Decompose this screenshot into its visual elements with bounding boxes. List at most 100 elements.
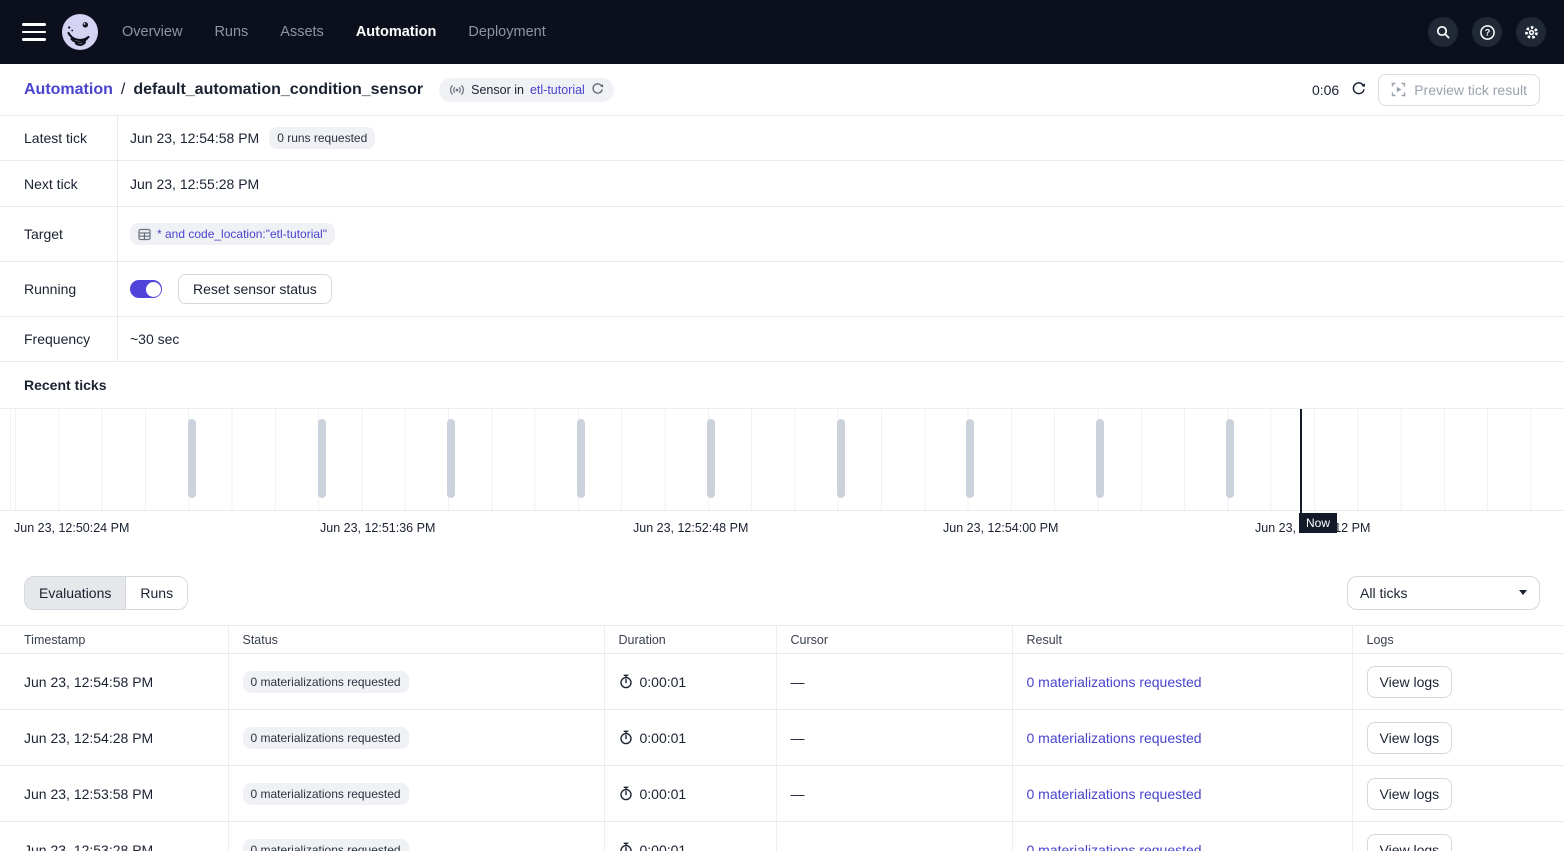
status-badge: 0 materializations requested [243, 727, 409, 749]
header-actions: 0:06 Preview tick result [1312, 74, 1540, 106]
breadcrumb-separator: / [121, 81, 125, 99]
cell-logs: View logs [1352, 822, 1564, 851]
result-link[interactable]: 0 materializations requested [1027, 674, 1202, 690]
now-badge: Now [1299, 513, 1337, 533]
sensor-icon [449, 83, 465, 97]
page-header: Automation / default_automation_conditio… [0, 64, 1564, 116]
latest-tick-row: Latest tick Jun 23, 12:54:58 PM 0 runs r… [0, 116, 1564, 161]
cell-result: 0 materializations requested [1012, 710, 1352, 766]
reset-sensor-status-button[interactable]: Reset sensor status [178, 274, 332, 304]
refresh-icon[interactable] [1351, 82, 1366, 97]
view-logs-button[interactable]: View logs [1367, 666, 1453, 698]
col-logs: Logs [1352, 626, 1564, 654]
target-selection-pill[interactable]: * and code_location:"etl-tutorial" [130, 223, 335, 245]
col-status: Status [228, 626, 604, 654]
result-link[interactable]: 0 materializations requested [1027, 730, 1202, 746]
cell-cursor: — [776, 654, 1012, 710]
table-header-row: Timestamp Status Duration Cursor Result … [0, 626, 1564, 654]
cell-timestamp: Jun 23, 12:54:28 PM [0, 710, 228, 766]
cell-result: 0 materializations requested [1012, 766, 1352, 822]
tick-bar[interactable] [966, 419, 974, 498]
result-link[interactable]: 0 materializations requested [1027, 786, 1202, 802]
refresh-countdown: 0:06 [1312, 82, 1339, 98]
result-link[interactable]: 0 materializations requested [1027, 842, 1202, 851]
reload-location-icon[interactable] [591, 83, 604, 96]
tick-bar[interactable] [188, 419, 196, 498]
sensor-badge-prefix: Sensor in [471, 83, 524, 97]
latest-tick-label: Latest tick [0, 116, 118, 160]
view-logs-button[interactable]: View logs [1367, 778, 1453, 810]
nav-item-overview[interactable]: Overview [122, 24, 182, 40]
nav-item-runs[interactable]: Runs [214, 24, 248, 40]
dagster-logo-icon[interactable] [62, 14, 98, 50]
cell-status: 0 materializations requested [228, 766, 604, 822]
cell-logs: View logs [1352, 654, 1564, 710]
running-label: Running [0, 262, 118, 316]
stopwatch-icon [619, 674, 633, 689]
cell-status: 0 materializations requested [228, 710, 604, 766]
cell-result: 0 materializations requested [1012, 822, 1352, 851]
cell-duration: 0:00:01 [604, 766, 776, 822]
app-window: Overview Runs Assets Automation Deployme… [0, 0, 1564, 851]
table-row: Jun 23, 12:53:58 PM 0 materializations r… [0, 766, 1564, 822]
tick-bar[interactable] [318, 419, 326, 498]
tick-bar[interactable] [1096, 419, 1104, 498]
target-row: Target * and code_location:"etl-tutorial… [0, 207, 1564, 262]
tick-filter-value: All ticks [1360, 585, 1407, 601]
tick-bar[interactable] [577, 419, 585, 498]
latest-tick-value: Jun 23, 12:54:58 PM [130, 130, 259, 146]
tick-bar[interactable] [837, 419, 845, 498]
col-timestamp: Timestamp [0, 626, 228, 654]
code-location-link[interactable]: etl-tutorial [530, 83, 585, 97]
nav-item-automation[interactable]: Automation [356, 24, 437, 40]
timeline-axis-label: Jun 23, 12:54:00 PM [943, 519, 1061, 537]
nav-item-assets[interactable]: Assets [280, 24, 324, 40]
cell-status: 0 materializations requested [228, 822, 604, 851]
status-badge: 0 materializations requested [243, 783, 409, 805]
nav-item-deployment[interactable]: Deployment [468, 24, 545, 40]
cell-cursor: — [776, 766, 1012, 822]
running-row: Running Reset sensor status [0, 262, 1564, 317]
view-logs-button[interactable]: View logs [1367, 834, 1453, 851]
settings-gear-icon[interactable] [1516, 17, 1546, 47]
frequency-value: ~30 sec [130, 331, 179, 347]
recent-ticks-title: Recent ticks [0, 362, 1564, 409]
preview-icon [1391, 82, 1406, 97]
tab-runs[interactable]: Runs [126, 577, 187, 609]
frequency-row: Frequency ~30 sec [0, 317, 1564, 362]
tick-bar[interactable] [707, 419, 715, 498]
status-badge: 0 materializations requested [243, 671, 409, 693]
cell-result: 0 materializations requested [1012, 654, 1352, 710]
tick-timeline [0, 409, 1564, 511]
tab-evaluations[interactable]: Evaluations [25, 577, 126, 609]
chevron-down-icon [1519, 590, 1527, 595]
ticks-toolbar: Evaluations Runs All ticks [0, 560, 1564, 625]
sensor-location-badge: Sensor in etl-tutorial [439, 78, 614, 102]
cell-logs: View logs [1352, 710, 1564, 766]
tick-filter-select[interactable]: All ticks [1347, 576, 1540, 610]
running-toggle[interactable] [130, 280, 162, 298]
timeline-axis-label: Jun 23, 12:51:36 PM [320, 519, 438, 537]
runs-requested-badge: 0 runs requested [269, 127, 375, 149]
target-selection-link[interactable]: * and code_location:"etl-tutorial" [157, 227, 327, 241]
view-logs-button[interactable]: View logs [1367, 722, 1453, 754]
now-marker-line [1300, 409, 1302, 525]
tick-bar[interactable] [1226, 419, 1234, 498]
next-tick-row: Next tick Jun 23, 12:55:28 PM [0, 161, 1564, 207]
status-badge: 0 materializations requested [243, 839, 409, 851]
timeline-axis-label: Jun 23, 12:52:48 PM [633, 519, 751, 537]
help-icon[interactable]: ? [1472, 17, 1502, 47]
breadcrumb-automation-link[interactable]: Automation [24, 81, 113, 99]
menu-icon[interactable] [22, 23, 46, 41]
stopwatch-icon [619, 730, 633, 745]
next-tick-value: Jun 23, 12:55:28 PM [130, 176, 259, 192]
search-icon[interactable] [1428, 17, 1458, 47]
cell-duration: 0:00:01 [604, 822, 776, 851]
svg-text:?: ? [1484, 27, 1490, 37]
target-label: Target [0, 207, 118, 261]
tick-bar[interactable] [447, 419, 455, 498]
asset-selection-icon [138, 228, 151, 241]
frequency-label: Frequency [0, 317, 118, 361]
preview-tick-result-button[interactable]: Preview tick result [1378, 74, 1540, 106]
top-nav: Overview Runs Assets Automation Deployme… [0, 0, 1564, 64]
